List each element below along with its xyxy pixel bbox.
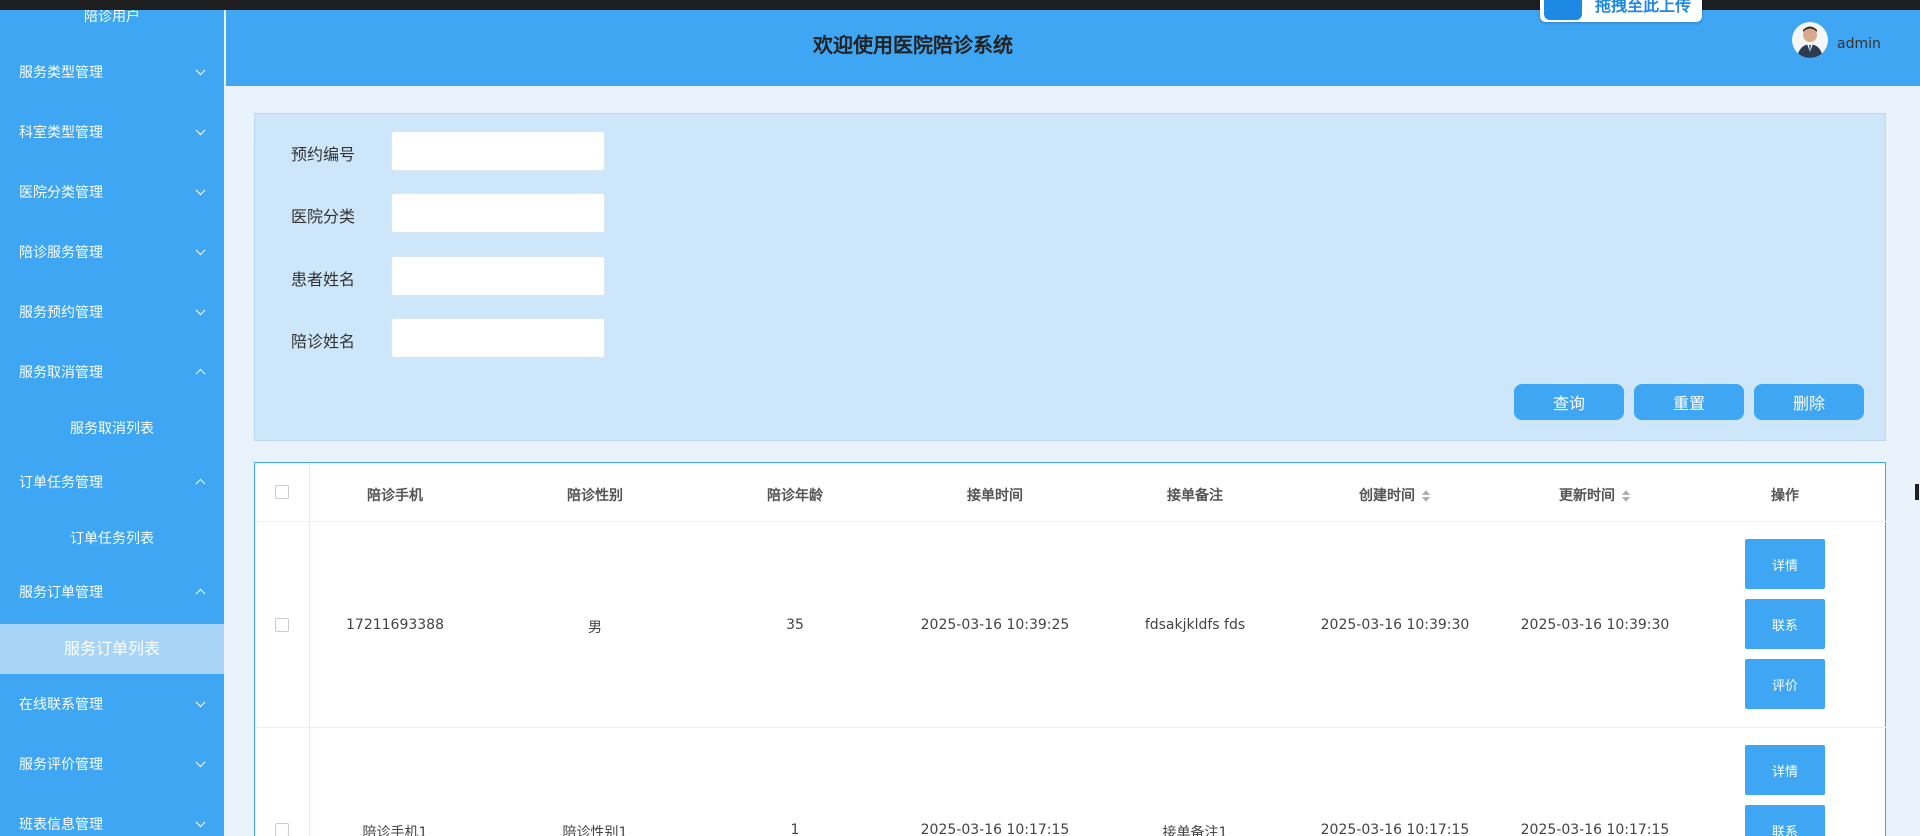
- sidebar-item-hospital-category[interactable]: 医院分类管理: [0, 162, 224, 222]
- cell-phone: 陪诊手机1: [362, 825, 428, 836]
- chevron-down-icon: [195, 125, 206, 136]
- cell-accept-time: 2025-03-16 10:17:15: [920, 822, 1070, 836]
- search-panel: 预约编号 医院分类 患者姓名 陪诊姓名 查询 重置 删除: [254, 113, 1886, 441]
- sidebar-item-label: 服务取消管理: [19, 365, 103, 381]
- avatar[interactable]: [1792, 22, 1828, 58]
- cell-created: 2025-03-16 10:39:30: [1320, 617, 1470, 633]
- column-header-note: 接单备注: [1167, 488, 1223, 504]
- sidebar-item-label: 服务评价管理: [19, 757, 103, 773]
- cloud-upload-icon: [1544, 0, 1582, 20]
- cell-gender: 男: [588, 620, 602, 636]
- detail-button[interactable]: 详情: [1745, 745, 1825, 795]
- cell-updated: 2025-03-16 10:17:15: [1520, 822, 1670, 836]
- upload-chip[interactable]: 拖拽至此上传: [1540, 0, 1702, 22]
- cell-accept-time: 2025-03-16 10:39:25: [920, 617, 1070, 633]
- field-label-booking-no: 预约编号: [291, 145, 356, 164]
- sort-icon[interactable]: [1421, 489, 1431, 503]
- cell-note: 接单备注1: [1162, 825, 1228, 836]
- chevron-down-icon: [195, 65, 206, 76]
- sidebar-subitem-service-order-list[interactable]: 服务订单列表: [0, 624, 224, 674]
- sidebar-item-label: 订单任务管理: [19, 475, 103, 491]
- sidebar-item-order-task[interactable]: 订单任务管理: [0, 452, 224, 512]
- escort-name-input[interactable]: [391, 318, 605, 358]
- cell-age: 1: [790, 822, 800, 836]
- column-header-updated[interactable]: 更新时间: [1515, 485, 1675, 505]
- cell-updated: 2025-03-16 10:39:30: [1520, 617, 1670, 633]
- row-checkbox[interactable]: [275, 618, 289, 632]
- sidebar-item-label: 服务订单管理: [19, 585, 103, 601]
- field-label-hospital-category: 医院分类: [291, 207, 356, 226]
- chevron-down-icon: [195, 757, 206, 768]
- cell-age: 35: [786, 617, 804, 633]
- select-all-checkbox[interactable]: [275, 485, 289, 499]
- chevron-up-icon: [195, 368, 206, 379]
- column-header-created[interactable]: 创建时间: [1315, 485, 1475, 505]
- hospital-category-input[interactable]: [391, 193, 605, 233]
- sort-icon[interactable]: [1621, 489, 1631, 503]
- sidebar-item-label: 科室类型管理: [19, 125, 103, 141]
- cell-note: fdsakjkldfs fds: [1144, 617, 1246, 633]
- sidebar-item-label: 班表信息管理: [19, 817, 103, 833]
- chevron-up-icon: [195, 478, 206, 489]
- cell-created: 2025-03-16 10:17:15: [1320, 822, 1470, 836]
- sidebar-item-online-contact[interactable]: 在线联系管理: [0, 674, 224, 734]
- sidebar-item-service-booking[interactable]: 服务预约管理: [0, 282, 224, 342]
- column-header-age: 陪诊年龄: [767, 488, 823, 504]
- sidebar-item-label: 医院分类管理: [19, 185, 103, 201]
- review-button[interactable]: 评价: [1745, 659, 1825, 709]
- column-header-updated-label: 更新时间: [1559, 488, 1615, 504]
- chevron-down-icon: [195, 185, 206, 196]
- sidebar-item-service-cancel[interactable]: 服务取消管理: [0, 342, 224, 402]
- column-header-phone: 陪诊手机: [367, 488, 423, 504]
- sidebar-item-service-type[interactable]: 服务类型管理: [0, 42, 224, 102]
- cell-gender: 陪诊性别1: [562, 825, 628, 836]
- field-label-patient-name: 患者姓名: [291, 270, 356, 289]
- contact-button[interactable]: 联系: [1745, 805, 1825, 836]
- cell-phone: 17211693388: [346, 617, 444, 633]
- patient-name-input[interactable]: [391, 256, 605, 296]
- text-cursor-icon: [1915, 484, 1919, 500]
- column-header-accept-time: 接单时间: [967, 488, 1023, 504]
- select-column-divider: [309, 463, 310, 836]
- sidebar-item-label: 陪诊服务管理: [19, 245, 103, 261]
- row-divider: [255, 727, 1887, 728]
- chevron-down-icon: [195, 817, 206, 828]
- booking-no-input[interactable]: [391, 131, 605, 171]
- sidebar-subitem-order-task-list[interactable]: 订单任务列表: [0, 514, 224, 564]
- sidebar-item-schedule[interactable]: 班表信息管理: [0, 794, 224, 836]
- user-avatar-icon: [1797, 26, 1823, 58]
- sidebar-item-label: 在线联系管理: [19, 697, 103, 713]
- sidebar-item-service-order[interactable]: 服务订单管理: [0, 562, 224, 622]
- query-button[interactable]: 查询: [1514, 384, 1624, 420]
- detail-button[interactable]: 详情: [1745, 539, 1825, 589]
- chevron-down-icon: [195, 245, 206, 256]
- sidebar-item-label: 服务预约管理: [19, 305, 103, 321]
- page-title: 欢迎使用医院陪诊系统: [813, 33, 1013, 57]
- contact-button[interactable]: 联系: [1745, 599, 1825, 649]
- chevron-up-icon: [195, 588, 206, 599]
- chevron-down-icon: [195, 697, 206, 708]
- sidebar-item-department-type[interactable]: 科室类型管理: [0, 102, 224, 162]
- reset-button[interactable]: 重置: [1634, 384, 1744, 420]
- column-header-actions: 操作: [1771, 488, 1799, 504]
- column-header-created-label: 创建时间: [1359, 488, 1415, 504]
- sidebar-item-label: 服务类型管理: [19, 65, 103, 81]
- sidebar-item-escort-service[interactable]: 陪诊服务管理: [0, 222, 224, 282]
- row-checkbox[interactable]: [275, 823, 289, 836]
- order-table: 陪诊手机 陪诊性别 陪诊年龄 接单时间 接单备注 创建时间 更新时间 操作 17…: [254, 462, 1887, 836]
- upload-chip-label: 拖拽至此上传: [1595, 0, 1692, 15]
- user-name[interactable]: admin: [1837, 36, 1881, 52]
- chevron-down-icon: [195, 305, 206, 316]
- column-header-gender: 陪诊性别: [567, 488, 623, 504]
- field-label-escort-name: 陪诊姓名: [291, 332, 356, 351]
- sidebar: 陪诊用户 服务类型管理 科室类型管理 医院分类管理 陪诊服务管理 服务预约管理 …: [0, 0, 224, 836]
- row-divider: [255, 521, 1887, 522]
- sidebar-item-service-review[interactable]: 服务评价管理: [0, 734, 224, 794]
- sidebar-subitem-cancel-list[interactable]: 服务取消列表: [0, 404, 224, 454]
- delete-button[interactable]: 删除: [1754, 384, 1864, 420]
